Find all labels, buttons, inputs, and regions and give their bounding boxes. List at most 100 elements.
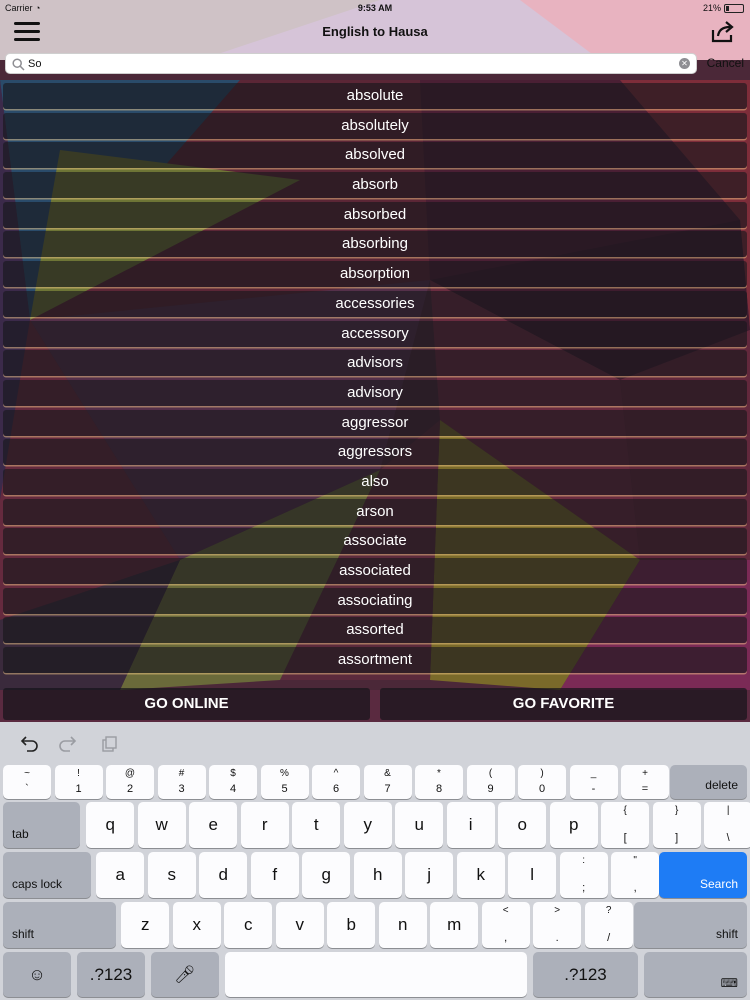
key-symbol[interactable]: :; (559, 852, 608, 898)
key-x[interactable]: x (172, 902, 221, 948)
key-b[interactable]: b (327, 902, 376, 948)
keyboard-hide-icon[interactable]: ⌨ (644, 952, 747, 997)
key-symbol[interactable]: ", (611, 852, 660, 898)
key-e[interactable]: e (189, 802, 238, 848)
word-list-item[interactable]: associated (3, 558, 747, 584)
key-k[interactable]: k (456, 852, 505, 898)
cancel-button[interactable]: Cancel (707, 56, 744, 70)
word-list-item[interactable]: also (3, 468, 747, 495)
tab-key[interactable]: tab (3, 802, 80, 848)
key-9[interactable]: (9 (466, 765, 515, 799)
word-list-item[interactable]: associate (3, 528, 747, 555)
word-list-item[interactable]: absorbing (3, 231, 747, 258)
word-list-item[interactable]: advisors (3, 350, 747, 377)
key-symbol[interactable]: ? / (584, 902, 633, 948)
key-n[interactable]: n (378, 902, 427, 948)
key-f[interactable]: f (250, 852, 299, 898)
key-4[interactable]: $4 (209, 765, 257, 799)
share-icon[interactable] (710, 20, 736, 44)
key-8[interactable]: * 8 (415, 765, 463, 799)
key-label: [ (623, 832, 627, 844)
key-a[interactable]: a (96, 852, 145, 898)
key-h[interactable]: h (353, 852, 402, 898)
search-key[interactable]: Search (659, 852, 747, 898)
key-j[interactable]: j (405, 852, 454, 898)
word-list-item[interactable]: absolute (3, 83, 747, 109)
caps-lock-key[interactable]: caps lock (3, 852, 91, 898)
key-label: # (178, 768, 185, 779)
key-c[interactable]: c (224, 902, 273, 948)
redo-icon[interactable] (58, 736, 78, 752)
key-label: a (115, 865, 125, 884)
key-p[interactable]: p (549, 802, 598, 848)
key-symbol[interactable]: }] (652, 802, 701, 848)
word-list-item[interactable]: assortment (3, 647, 747, 674)
key-5[interactable]: % 5 (260, 765, 309, 799)
key-m[interactable]: m (430, 902, 479, 948)
key-label: + (642, 768, 648, 779)
key-label: z (140, 915, 150, 934)
key-label: ( (488, 768, 493, 779)
word-list-item[interactable]: absolved (3, 142, 747, 169)
go-favorite-button[interactable]: GO FAVORITE (380, 688, 747, 720)
key-7[interactable]: & 7 (363, 765, 412, 799)
key-d[interactable]: d (199, 852, 248, 898)
key-o[interactable]: o (498, 802, 547, 848)
key-g[interactable]: g (302, 852, 351, 898)
word-list-item[interactable]: associating (3, 587, 747, 614)
key-y[interactable]: y (343, 802, 392, 848)
word-list-item[interactable]: arson (3, 498, 747, 525)
emoji-icon[interactable]: ☺ (3, 952, 71, 997)
key-symbol[interactable]: <, (481, 902, 530, 948)
key-2[interactable]: @2 (106, 765, 154, 799)
key-z[interactable]: z (121, 902, 170, 948)
word-list-item[interactable]: accessory (3, 320, 747, 347)
key-s[interactable]: s (147, 852, 196, 898)
key-q[interactable]: q (86, 802, 135, 848)
shift-key-right[interactable]: shift (634, 902, 747, 948)
key-u[interactable]: u (395, 802, 444, 848)
key-label: ! (77, 768, 80, 779)
key-r[interactable]: r (240, 802, 289, 848)
space-bar[interactable] (225, 952, 527, 997)
key--[interactable]: _ - (569, 765, 618, 799)
word-list-item[interactable]: aggressor (3, 409, 747, 436)
key-1[interactable]: ! 1 (54, 765, 103, 799)
key-symbol[interactable]: >. (533, 902, 582, 948)
key-symbol[interactable]: {[ (601, 802, 650, 848)
word-list-item[interactable]: absorption (3, 261, 747, 288)
word-list-item[interactable]: accessories (3, 290, 747, 317)
delete-key[interactable]: delete (670, 765, 747, 799)
microphone-icon[interactable]: 🎤︎ (151, 952, 219, 997)
key-0[interactable]: ) 0 (518, 765, 566, 799)
key-3[interactable]: #3 (157, 765, 206, 799)
word-list-item[interactable]: absorb (3, 172, 747, 199)
key-6[interactable]: ^ 6 (312, 765, 360, 799)
search-input[interactable] (28, 55, 668, 72)
key-=[interactable]: + = (621, 765, 669, 799)
numbers-key-right[interactable]: .?123 (533, 952, 638, 997)
key-label: ^ (333, 768, 339, 779)
word-list-item[interactable]: advisory (3, 379, 747, 406)
search-field[interactable]: ✕ (5, 53, 697, 74)
key-w[interactable]: w (137, 802, 186, 848)
paste-icon[interactable] (98, 736, 118, 752)
key-symbol[interactable]: | \ (704, 802, 750, 848)
key-v[interactable]: v (275, 902, 324, 948)
key-t[interactable]: t (292, 802, 341, 848)
shift-key-left[interactable]: shift (3, 902, 116, 948)
key-l[interactable]: l (508, 852, 557, 898)
word-list-item[interactable]: absorbed (3, 201, 747, 228)
go-online-button[interactable]: GO ONLINE (3, 688, 370, 720)
clear-icon[interactable]: ✕ (679, 58, 690, 69)
word-list-item[interactable]: assorted (3, 617, 747, 644)
key-label: $ (230, 768, 236, 779)
word-list-item[interactable]: absolutely (3, 112, 747, 139)
undo-icon[interactable] (19, 736, 39, 752)
numbers-key-left[interactable]: .?123 (77, 952, 145, 997)
key-label: @ (124, 768, 136, 779)
word-list-item[interactable]: aggressors (3, 439, 747, 466)
key-label: d (218, 865, 228, 884)
key-`[interactable]: ~ ` (3, 765, 51, 799)
key-i[interactable]: i (446, 802, 495, 848)
